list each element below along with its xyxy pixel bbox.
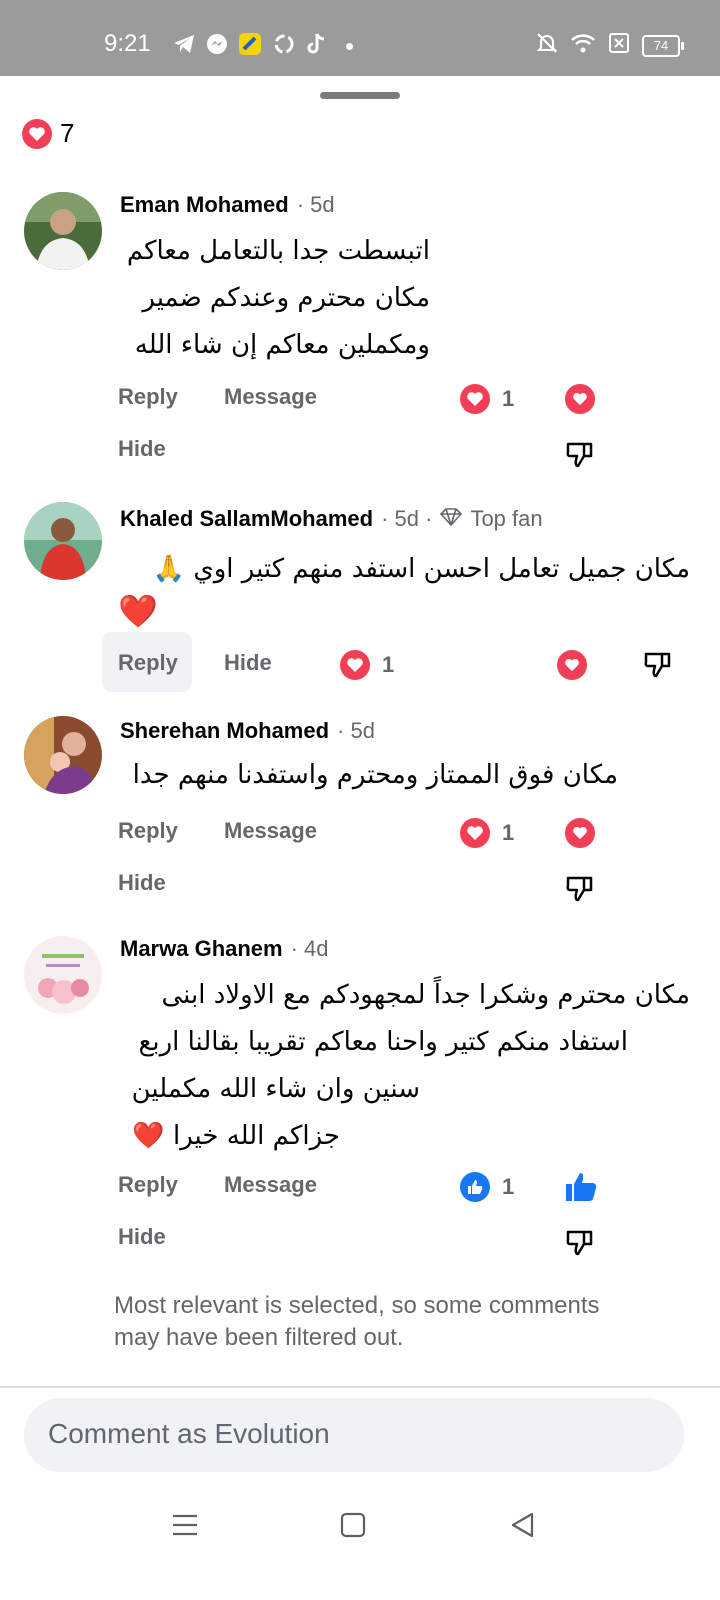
comment-text: اتبسطت جدا بالتعامل معاكم مكان محترم وعن… [127, 228, 430, 369]
avatar[interactable] [24, 502, 102, 580]
message-button[interactable]: Message [224, 1172, 317, 1198]
diamond-icon [440, 506, 463, 532]
comment-header: Sherehan Mohamed · 5d [120, 718, 375, 744]
dot-icon [346, 43, 353, 50]
hide-button[interactable]: Hide [118, 436, 166, 462]
divider [0, 1386, 720, 1388]
comment-time: · 5d [296, 192, 335, 217]
comment-line: مكان جميل تعامل احسن استفد منهم كتير اوي… [152, 554, 690, 584]
telegram-icon [172, 33, 196, 60]
mute-icon [536, 32, 558, 59]
tiktok-icon [306, 32, 326, 61]
reaction-summary[interactable]: 1 [460, 818, 514, 848]
app-icon [238, 32, 262, 61]
sheet-drag-handle[interactable] [320, 92, 400, 99]
love-react-button[interactable] [565, 818, 595, 848]
filter-notice: Most relevant is selected, so some comme… [114, 1292, 600, 1351]
commenter-name[interactable]: Marwa Ghanem [120, 936, 283, 962]
messenger-icon [206, 33, 228, 60]
comment-time: · 5d [337, 718, 375, 743]
comment-line: مكان محترم وشكرا جداً لمجهودكم مع الاولا… [161, 980, 690, 1010]
hide-button[interactable]: Hide [118, 870, 166, 896]
dislike-icon[interactable] [642, 648, 674, 680]
commenter-name[interactable]: Eman Mohamed [120, 192, 289, 218]
dislike-icon[interactable] [564, 1226, 596, 1258]
message-button[interactable]: Message [224, 384, 317, 410]
love-icon [22, 118, 52, 149]
dislike-icon[interactable] [564, 438, 596, 470]
comment-line: جزاكم الله خيرا ❤️ [132, 1121, 340, 1151]
reply-button[interactable]: Reply [118, 384, 178, 410]
reaction-summary[interactable]: 1 [460, 1172, 514, 1202]
love-react-button[interactable] [565, 384, 595, 414]
message-button[interactable]: Message [224, 818, 317, 844]
reaction-summary[interactable]: 1 [340, 650, 394, 680]
comment-line: اتبسطت جدا بالتعامل معاكم [126, 236, 430, 266]
comment-header: Marwa Ghanem · 4d [120, 936, 329, 962]
comment-input[interactable]: Comment as Evolution [24, 1398, 684, 1472]
comment-line: مكان فوق الممتاز ومحترم واستفدنا منهم جد… [132, 760, 618, 790]
avatar[interactable] [24, 936, 102, 1014]
comment-header: Eman Mohamed · 5d [120, 192, 335, 218]
reaction-count: 1 [382, 652, 395, 677]
love-icon [460, 384, 490, 414]
menu-icon[interactable] [172, 1512, 198, 1543]
like-react-button[interactable] [564, 1170, 598, 1209]
notification-icons [172, 32, 353, 61]
hide-button[interactable]: Hide [118, 1224, 166, 1250]
post-reactions[interactable]: 7 [22, 118, 74, 149]
status-time: 9:21 [104, 30, 151, 57]
home-icon[interactable] [340, 1512, 366, 1543]
reactions-count: 7 [60, 118, 75, 148]
avatar[interactable] [24, 716, 102, 794]
comment-line: ومكملين معاكم إن شاء الله [134, 330, 430, 360]
comment-placeholder: Comment as Evolution [48, 1418, 330, 1449]
love-icon [460, 818, 490, 848]
trailing-emoji: ❤️ [118, 592, 158, 630]
reaction-summary[interactable]: 1 [460, 384, 514, 414]
comment-text: مكان محترم وشكرا جداً لمجهودكم مع الاولا… [132, 972, 690, 1160]
comment-line: استفاد منكم كتير واحنا معاكم تقريبا بقال… [138, 1027, 629, 1057]
back-icon[interactable] [510, 1512, 536, 1543]
comment-header: Khaled SallamMohamed · 5d · Top fan [120, 506, 543, 532]
reaction-count: 1 [502, 386, 515, 411]
sim-icon [608, 32, 630, 59]
dislike-icon[interactable] [564, 872, 596, 904]
hide-button[interactable]: Hide [224, 650, 272, 676]
reply-button[interactable]: Reply [118, 1172, 178, 1198]
comment-text: مكان جميل تعامل احسن استفد منهم كتير اوي… [153, 546, 690, 593]
avatar[interactable] [24, 192, 102, 270]
comment-text: مكان فوق الممتاز ومحترم واستفدنا منهم جد… [133, 752, 618, 799]
comment-time: · 5d · [381, 506, 433, 531]
comment-line: مكان محترم وعندكم ضمير [142, 283, 430, 313]
comment-time: · 4d [290, 936, 329, 961]
reaction-count: 1 [502, 820, 515, 845]
status-bar: 9:21 74 [0, 0, 720, 76]
commenter-name[interactable]: Sherehan Mohamed [120, 718, 329, 744]
like-icon [460, 1172, 490, 1202]
system-icons: 74 [536, 32, 684, 59]
comment-line: سنين وان شاء الله مكملين [131, 1074, 420, 1104]
battery-icon: 74 [642, 34, 684, 57]
love-react-button[interactable] [557, 650, 587, 680]
system-nav-bar [0, 1490, 720, 1600]
reply-button[interactable]: Reply [118, 818, 178, 844]
reply-button[interactable]: Reply [118, 650, 178, 676]
reaction-count: 1 [502, 1174, 515, 1199]
love-icon [340, 650, 370, 680]
sync-icon [272, 32, 296, 61]
commenter-name[interactable]: Khaled SallamMohamed [120, 506, 373, 532]
wifi-icon [570, 32, 596, 59]
top-fan-badge: Top fan [470, 506, 543, 531]
